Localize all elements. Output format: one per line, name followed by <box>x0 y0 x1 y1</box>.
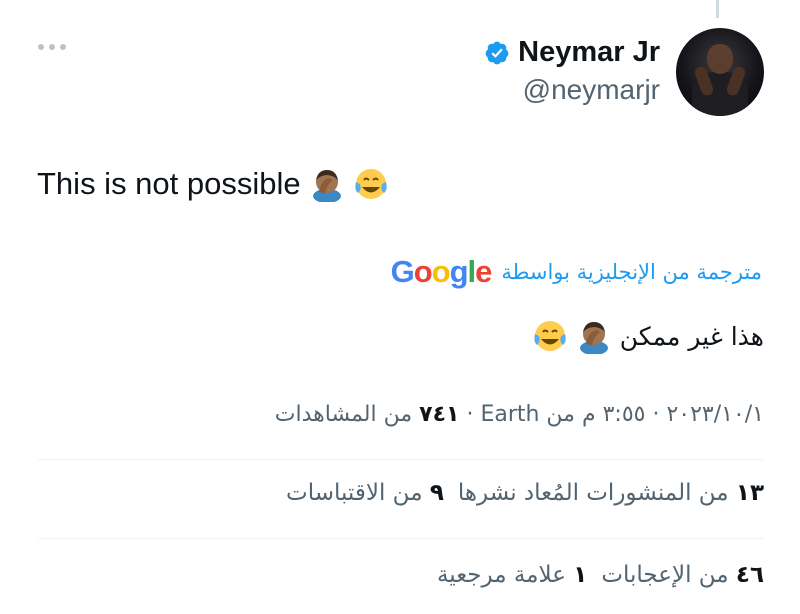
reposts-count: ١٣ <box>735 480 764 506</box>
avatar[interactable] <box>676 28 764 116</box>
likes-count: ٤٦ <box>735 562 764 588</box>
quotes-count: ٩ <box>429 480 444 506</box>
tweet-time[interactable]: ٣:٥٥ م <box>582 402 646 427</box>
tears-of-joy-emoji-icon <box>354 169 387 199</box>
face-palm-emoji-icon <box>312 170 341 202</box>
tears-of-joy-emoji-icon <box>534 321 566 351</box>
translated-text: هذا غير ممكن <box>532 318 764 354</box>
divider <box>38 459 764 460</box>
tweet-text: This is not possible <box>37 166 389 202</box>
views-count: ٧٤١ <box>419 402 460 427</box>
bookmarks-label: علامة مرجعية <box>436 562 566 588</box>
tweet-meta: ٢٠٢٣/١٠/١ · ٣:٥٥ م من Earth · ٧٤١ من الم… <box>274 402 764 427</box>
reposts-stat[interactable]: ١٣ من المنشورات المُعاد نشرها <box>458 480 764 506</box>
google-logo: Google <box>390 254 493 289</box>
like-bookmark-stats: ٤٦ من الإعجابات ١ علامة مرجعية <box>437 562 764 588</box>
thread-line <box>716 0 719 18</box>
likes-label: من الإعجابات <box>601 562 729 588</box>
likes-stat[interactable]: ٤٦ من الإعجابات <box>601 562 764 588</box>
quotes-label: من الاقتباسات <box>286 480 423 506</box>
face-palm-emoji-icon <box>579 322 608 354</box>
bookmarks-count: ١ <box>573 562 588 588</box>
divider <box>38 538 764 539</box>
verified-badge-icon <box>485 41 509 64</box>
views-label: من المشاهدات <box>274 402 413 427</box>
tweet-date[interactable]: ٢٠٢٣/١٠/١ <box>666 402 764 427</box>
translated-text-content: هذا غير ممكن <box>619 321 764 351</box>
quotes-stat[interactable]: ٩ من الاقتباسات <box>286 480 444 506</box>
tweet-location: من Earth <box>480 402 575 427</box>
translation-attribution[interactable]: Google مترجمة من الإنجليزية بواسطة <box>391 254 762 290</box>
repost-quote-stats: ١٣ من المنشورات المُعاد نشرها ٩ من الاقتب… <box>286 480 764 506</box>
more-options-icon[interactable] <box>38 44 66 50</box>
tweet-text-content: This is not possible <box>37 166 301 201</box>
translated-by-label: مترجمة من الإنجليزية بواسطة <box>501 260 762 284</box>
author-handle[interactable]: @neymarjr <box>523 74 660 106</box>
bookmarks-stat[interactable]: ١ علامة مرجعية <box>437 562 587 588</box>
reposts-label: من المنشورات المُعاد نشرها <box>457 480 729 506</box>
author-name-row[interactable]: Neymar Jr <box>484 36 660 69</box>
author-display-name: Neymar Jr <box>518 36 660 68</box>
